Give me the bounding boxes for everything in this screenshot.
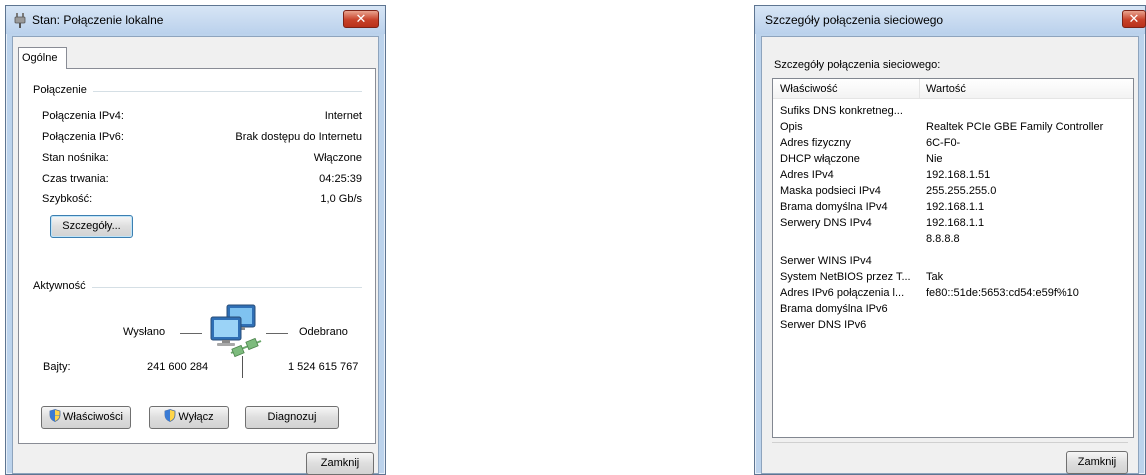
list-item[interactable]: Brama domyślna IPv4 192.168.1.1 xyxy=(773,199,1135,215)
ipv4-connectivity-label: Połączenia IPv4: xyxy=(42,110,124,122)
status-window: Stan: Połączenie lokalne ✕ Ogólne Połącz… xyxy=(5,5,386,475)
sent-label: Wysłano xyxy=(123,326,166,338)
list-item[interactable]: Serwer WINS IPv4 xyxy=(773,253,1135,269)
details-close-button[interactable]: Zamknij xyxy=(1066,451,1128,474)
list-item-property: Brama domyślna IPv6 xyxy=(780,303,888,315)
speed-label: Szybkość: xyxy=(42,193,93,205)
list-item-property: Sufiks DNS konkretneg... xyxy=(780,105,903,117)
list-item-value: 8.8.8.8 xyxy=(926,233,960,245)
status-window-close-button[interactable]: ✕ xyxy=(343,10,379,28)
details-window: Szczegóły połączenia sieciowego ✕ Szczeg… xyxy=(754,5,1146,475)
list-item-property: System NetBIOS przez T... xyxy=(780,271,911,283)
duration-value: 04:25:39 xyxy=(319,173,362,185)
list-item-value: Realtek PCIe GBE Family Controller xyxy=(926,121,1104,133)
details-listview[interactable]: Właściwość Wartość Sufiks DNS konkretneg… xyxy=(772,78,1134,438)
list-item-value: Tak xyxy=(926,271,944,283)
details-list-header: Właściwość Wartość xyxy=(773,79,1133,99)
list-item-property: Maska podsieci IPv4 xyxy=(780,185,881,197)
list-item-value: Nie xyxy=(926,153,943,165)
details-window-titlebar[interactable]: Szczegóły połączenia sieciowego ✕ xyxy=(755,6,1146,34)
column-header-property[interactable]: Właściwość xyxy=(773,79,919,99)
list-item-property: Opis xyxy=(780,121,803,133)
ipv6-connectivity-value: Brak dostępu do Internetu xyxy=(235,131,362,143)
list-item[interactable]: Brama domyślna IPv6 xyxy=(773,301,1135,317)
list-item-property: Serwery DNS IPv4 xyxy=(780,217,872,229)
list-item-value: 192.168.1.1 xyxy=(926,217,985,229)
connection-group-title: Połączenie xyxy=(33,84,93,96)
list-item-value: 255.255.255.0 xyxy=(926,185,997,197)
list-item[interactable]: DHCP włączone Nie xyxy=(773,151,1135,167)
properties-button[interactable]: Właściwości xyxy=(41,406,131,429)
media-state-value: Włączone xyxy=(313,152,362,164)
properties-button-label: Właściwości xyxy=(63,411,123,423)
status-window-title: Stan: Połączenie lokalne xyxy=(32,13,164,27)
activity-group-title: Aktywność xyxy=(33,280,92,292)
details-window-title: Szczegóły połączenia sieciowego xyxy=(765,13,944,27)
duration-label: Czas trwania: xyxy=(42,173,109,185)
status-window-titlebar[interactable]: Stan: Połączenie lokalne ✕ xyxy=(6,6,385,34)
ipv6-connectivity-label: Połączenia IPv6: xyxy=(42,131,124,143)
bytes-sent-value: 241 600 284 xyxy=(147,361,209,373)
details-window-client: Szczegóły połączenia sieciowego: Właściw… xyxy=(761,36,1139,474)
media-state-label: Stan nośnika: xyxy=(42,152,109,164)
list-item-property: Adres fizyczny xyxy=(780,137,851,149)
uac-shield-icon xyxy=(164,409,176,422)
details-button[interactable]: Szczegóły... xyxy=(50,215,133,238)
list-item-value: 6C-F0- xyxy=(926,137,961,149)
list-item[interactable]: Adres IPv4 192.168.1.51 xyxy=(773,167,1135,183)
list-item-property: DHCP włączone xyxy=(780,153,860,165)
list-item[interactable]: Sufiks DNS konkretneg... xyxy=(773,103,1135,119)
list-item[interactable]: Opis Realtek PCIe GBE Family Controller xyxy=(773,119,1135,135)
speed-value: 1,0 Gb/s xyxy=(320,193,362,205)
list-item-value: 192.168.1.51 xyxy=(926,169,991,181)
list-item-property: Brama domyślna IPv4 xyxy=(780,201,888,213)
list-item-property: Serwer DNS IPv6 xyxy=(780,319,867,331)
received-label: Odebrano xyxy=(299,326,348,338)
list-item-property: Adres IPv6 połączenia l... xyxy=(780,287,905,299)
tab-general[interactable]: Ogólne xyxy=(18,47,67,69)
list-item[interactable]: Adres IPv6 połączenia l... fe80::51de:565… xyxy=(773,285,1135,301)
network-activity-icon xyxy=(210,304,262,358)
received-line xyxy=(266,333,288,334)
disable-button-label: Wyłącz xyxy=(178,411,214,423)
list-item-property: Adres IPv4 xyxy=(780,169,834,181)
list-item[interactable]: Serwer DNS IPv6 xyxy=(773,317,1135,333)
list-item[interactable]: Serwery DNS IPv4 192.168.1.1 xyxy=(773,215,1135,231)
list-item[interactable]: System NetBIOS przez T... Tak xyxy=(773,269,1135,285)
bytes-divider xyxy=(242,356,243,378)
list-item[interactable]: Maska podsieci IPv4 255.255.255.0 xyxy=(773,183,1135,199)
disable-button[interactable]: Wyłącz xyxy=(149,406,229,429)
status-window-client: Ogólne Połączenie Połączenia IPv4: Inter… xyxy=(12,36,379,475)
list-item[interactable]: Adres fizyczny 6C-F0- xyxy=(773,135,1135,151)
diagnose-button[interactable]: Diagnozuj xyxy=(245,406,339,429)
list-item-value: 192.168.1.1 xyxy=(926,201,985,213)
sent-line xyxy=(180,333,202,334)
footer-separator xyxy=(772,442,1128,443)
ipv4-connectivity-value: Internet xyxy=(324,110,362,122)
uac-shield-icon xyxy=(49,409,61,422)
column-header-value[interactable]: Wartość xyxy=(919,79,1135,99)
close-button[interactable]: Zamknij xyxy=(306,452,374,475)
details-window-close-button[interactable]: ✕ xyxy=(1122,10,1146,28)
list-item[interactable]: 8.8.8.8 xyxy=(773,231,1135,247)
bytes-received-value: 1 524 615 767 xyxy=(288,361,359,373)
bytes-label: Bajty: xyxy=(43,361,71,373)
tab-panel-general: Połączenie Połączenia IPv4: Internet Poł… xyxy=(18,68,376,444)
network-adapter-icon xyxy=(14,13,26,28)
details-list-caption: Szczegóły połączenia sieciowego: xyxy=(774,59,941,71)
list-item-property: Serwer WINS IPv4 xyxy=(780,255,872,267)
list-item-value: fe80::51de:5653:cd54:e59f%10 xyxy=(926,287,1079,299)
